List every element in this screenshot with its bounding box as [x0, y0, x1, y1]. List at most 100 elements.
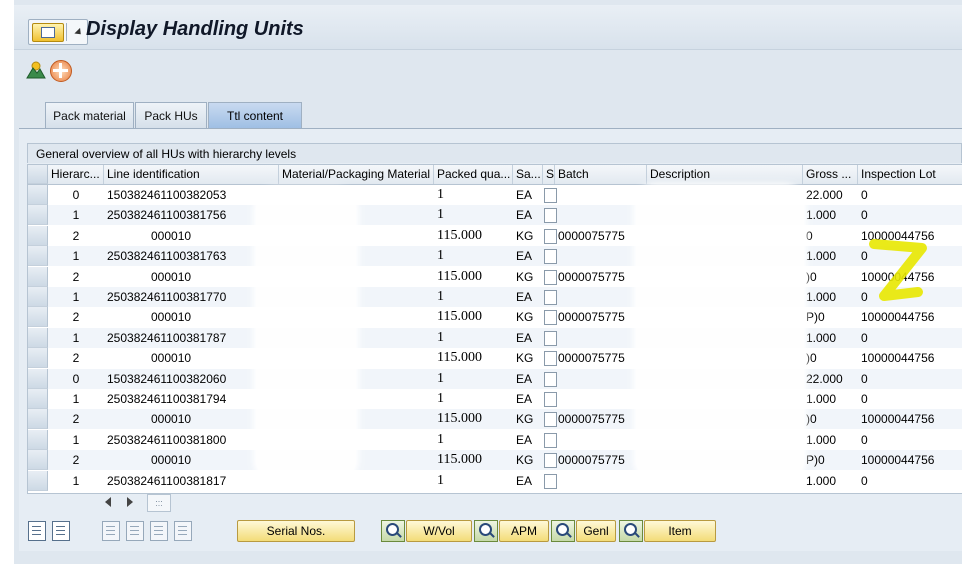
sales-unit-cell: EA — [516, 188, 533, 202]
line-identification-cell: 150382461100382060 — [107, 371, 227, 386]
packed-quantity-cell: 1 — [437, 472, 444, 488]
unpack-icon — [150, 521, 168, 541]
gross-weight-cell: 1.000 — [806, 473, 837, 488]
column-header[interactable]: Hierarc... — [48, 165, 104, 184]
row-selector[interactable] — [28, 368, 48, 389]
apm-button[interactable]: APM — [499, 520, 549, 542]
row-selector[interactable] — [28, 450, 48, 471]
scroll-left-icon[interactable] — [105, 497, 111, 507]
apm-magnifier-icon[interactable] — [474, 520, 498, 542]
column-header[interactable]: S — [543, 165, 555, 184]
column-header[interactable]: Packed qua... — [434, 165, 513, 184]
gross-weight-cell: )0 — [806, 412, 817, 427]
row-selector[interactable] — [28, 307, 48, 328]
column-header[interactable]: Inspection Lot — [858, 165, 962, 184]
redaction-scribble — [636, 186, 804, 480]
table-row[interactable]: 2 000010 115.000 KG 0000075775)0 10000044756 — [28, 348, 962, 369]
expand-all-icon[interactable] — [28, 521, 46, 541]
mountain-icon[interactable] — [26, 60, 46, 80]
genl-magnifier-icon[interactable] — [551, 520, 575, 542]
batch-cell — [555, 287, 647, 307]
serial-nos-button[interactable]: Serial Nos. — [237, 520, 355, 542]
table-row[interactable]: 2 000010 115.000 KG 0000075775 P)0 10000044756 — [28, 450, 962, 471]
dropdown-arrow-icon — [74, 27, 84, 38]
table-row[interactable]: 1 250382461100381794 1 EA 1.000 0 — [28, 389, 962, 409]
table-row[interactable]: 1 250382461100381817 1 EA 1.000 0 — [28, 470, 962, 491]
column-header[interactable]: Batch — [555, 165, 647, 184]
row-selector[interactable] — [28, 389, 48, 409]
row-selector[interactable] — [28, 429, 48, 450]
column-header[interactable]: Material/Packaging Material — [279, 165, 434, 184]
row-selector[interactable] — [28, 409, 48, 430]
hierarchy-level-cell: 1 — [72, 432, 80, 447]
item-magnifier-icon[interactable] — [619, 520, 643, 542]
sales-unit-cell: KG — [516, 412, 534, 427]
table-row[interactable]: 0 150382461100382060 1 EA 22.000 0 — [28, 368, 962, 389]
scroll-thumb[interactable]: ::: — [147, 494, 171, 512]
line-identification-cell: 250382461100381763 — [107, 249, 227, 264]
packed-quantity-cell: 115.000 — [437, 309, 482, 325]
system-menu-button[interactable] — [28, 19, 88, 45]
packed-quantity-cell: 1 — [437, 289, 444, 304]
row-selector[interactable] — [28, 470, 48, 491]
gross-weight-cell: 1.000 — [806, 290, 837, 304]
row-selector[interactable] — [28, 348, 48, 369]
inspection-lot-cell: 0 — [861, 432, 868, 447]
packed-quantity-cell: 1 — [437, 187, 444, 202]
row-selector[interactable] — [28, 246, 48, 267]
scroll-right-icon[interactable] — [127, 497, 133, 507]
table-row[interactable]: 1 250382461100381770 1 EA 1.000 0 — [28, 287, 962, 307]
line-identification-cell: 000010 — [151, 310, 192, 325]
row-selector[interactable] — [28, 266, 48, 287]
hierarchy-level-cell: 2 — [72, 351, 80, 366]
hierarchy-level-cell: 2 — [72, 453, 80, 468]
inspection-lot-cell: 0 — [861, 371, 868, 386]
row-selector[interactable] — [28, 205, 48, 226]
select-all-cell[interactable] — [28, 165, 48, 184]
table-row[interactable]: 0 150382461100382053 1 EA 22.000 0 — [28, 185, 962, 205]
genl-button[interactable]: Genl — [576, 520, 616, 542]
hierarchy-level-cell: 1 — [72, 249, 80, 264]
packed-quantity-cell: 1 — [437, 248, 444, 264]
item-button[interactable]: Item — [644, 520, 716, 542]
batch-cell — [555, 246, 647, 266]
packed-quantity-cell: 115.000 — [437, 452, 482, 468]
tab-ttl-content[interactable]: Ttl content — [208, 102, 302, 128]
table-row[interactable]: 2 000010 115.000 KG 0000075775 P)0 10000044756 — [28, 307, 962, 328]
wvol-magnifier-icon[interactable] — [381, 520, 405, 542]
line-identification-cell: 000010 — [151, 351, 192, 366]
hierarchy-level-cell: 1 — [72, 473, 80, 488]
table-row[interactable]: 2 000010 115.000 KG 0000075775 0 10000044756 — [28, 225, 962, 246]
wvol-button[interactable]: W/Vol — [406, 520, 472, 542]
table-row[interactable]: 1 250382461100381800 1 EA 1.000 0 — [28, 429, 962, 450]
column-header[interactable]: Sa... — [513, 165, 543, 184]
title-bar: Display Handling Units — [14, 5, 962, 50]
row-selector[interactable] — [28, 287, 48, 307]
gross-weight-cell: 0 — [806, 228, 813, 243]
inspection-lot-cell: 0 — [861, 392, 868, 406]
lifebuoy-icon[interactable] — [50, 60, 72, 82]
row-selector[interactable] — [28, 327, 48, 348]
table-row[interactable]: 2 000010 115.000 KG 0000075775)0 10000044756 — [28, 266, 962, 287]
table-row[interactable]: 1 250382461100381756 1 EA 1.000 0 — [28, 205, 962, 226]
tab-strip: Pack material Pack HUs Ttl content — [14, 102, 962, 128]
table-row[interactable]: 2 000010 115.000 KG 0000075775)0 10000044756 — [28, 409, 962, 430]
gross-weight-cell: 1.000 — [806, 208, 837, 223]
table-row[interactable]: 1 250382461100381763 1 EA 1.000 0 — [28, 246, 962, 267]
bottom-toolbar: Serial Nos. W/Vol APM Genl Item — [26, 520, 962, 546]
gross-weight-cell: P)0 — [806, 310, 825, 325]
column-header[interactable]: Line identification — [104, 165, 279, 184]
table-row[interactable]: 1 250382461100381787 1 EA 1.000 0 — [28, 327, 962, 348]
packed-quantity-cell: 1 — [437, 207, 444, 223]
row-selector[interactable] — [28, 225, 48, 246]
row-selector[interactable] — [28, 185, 48, 205]
column-header[interactable]: Description — [647, 165, 803, 184]
batch-cell: 0000075775 — [558, 310, 625, 325]
packed-quantity-cell: 115.000 — [437, 268, 482, 284]
column-header[interactable]: Gross ... — [803, 165, 858, 184]
tab-pack-hus[interactable]: Pack HUs — [135, 102, 207, 128]
tab-pack-material[interactable]: Pack material — [45, 102, 134, 128]
horizontal-scrollbar[interactable]: ::: — [97, 493, 197, 513]
collapse-all-icon[interactable] — [52, 521, 70, 541]
batch-cell: 0000075775 — [558, 453, 625, 468]
